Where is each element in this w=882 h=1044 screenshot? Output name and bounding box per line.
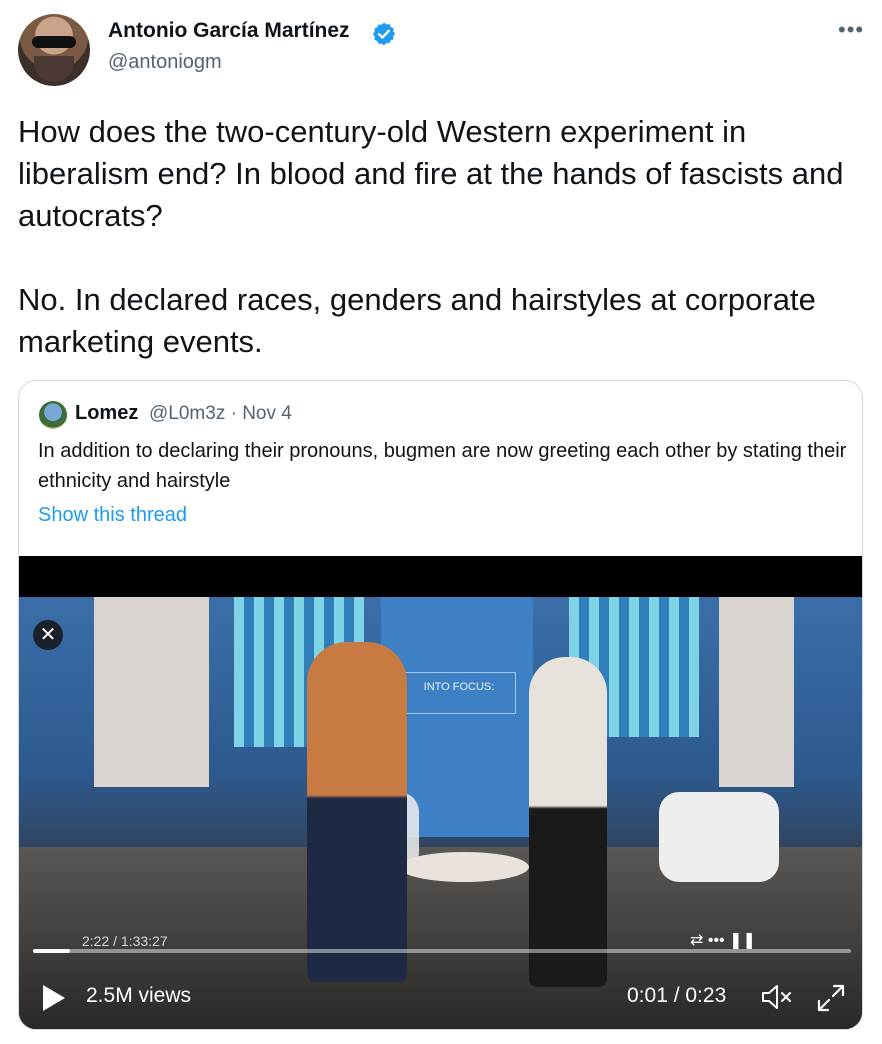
audience-screen-right [719, 597, 794, 787]
author-handle[interactable]: @antoniogm [108, 51, 222, 74]
quoted-author-avatar[interactable] [39, 401, 67, 429]
presenter-man [307, 642, 407, 982]
show-thread-link[interactable]: Show this thread [38, 504, 187, 527]
chair-right [659, 792, 779, 882]
inner-video-controls-icon: ⇄ ••• ❚❚ [690, 932, 756, 949]
play-icon[interactable] [43, 985, 65, 1011]
video-time: 0:01 / 0:23 [627, 984, 727, 1007]
author-avatar[interactable] [18, 14, 90, 86]
close-icon[interactable]: ✕ [33, 620, 63, 650]
presenter-woman [529, 657, 607, 987]
audience-screen-left [94, 597, 209, 787]
inner-video-timestamp: 2:22 / 1:33:27 [82, 933, 168, 949]
tweet-text: How does the two-century-old Western exp… [18, 114, 844, 359]
avatar-glasses [32, 36, 76, 48]
quoted-author-meta: @L0m3z · Nov 4 [149, 403, 292, 424]
view-count: 2.5M views [86, 984, 192, 1007]
quoted-author-name[interactable]: Lomez [75, 402, 138, 425]
verified-badge-icon [372, 22, 396, 46]
author-name[interactable]: Antonio García Martínez [108, 19, 350, 43]
avatar-beard [34, 56, 74, 82]
quoted-tweet-text: In addition to declaring their pronouns,… [38, 440, 847, 492]
video-progress-fill [33, 949, 70, 953]
video-frame[interactable]: INTO FOCUS: [19, 597, 862, 1029]
stage-sign: INTO FOCUS: [402, 672, 516, 714]
video-progress-bar[interactable] [33, 949, 851, 953]
fullscreen-icon[interactable] [815, 982, 847, 1014]
video-player[interactable]: INTO FOCUS: [19, 556, 862, 1029]
coffee-table [399, 852, 529, 882]
mute-icon[interactable] [760, 982, 794, 1012]
more-options-icon[interactable]: ••• [838, 19, 864, 41]
